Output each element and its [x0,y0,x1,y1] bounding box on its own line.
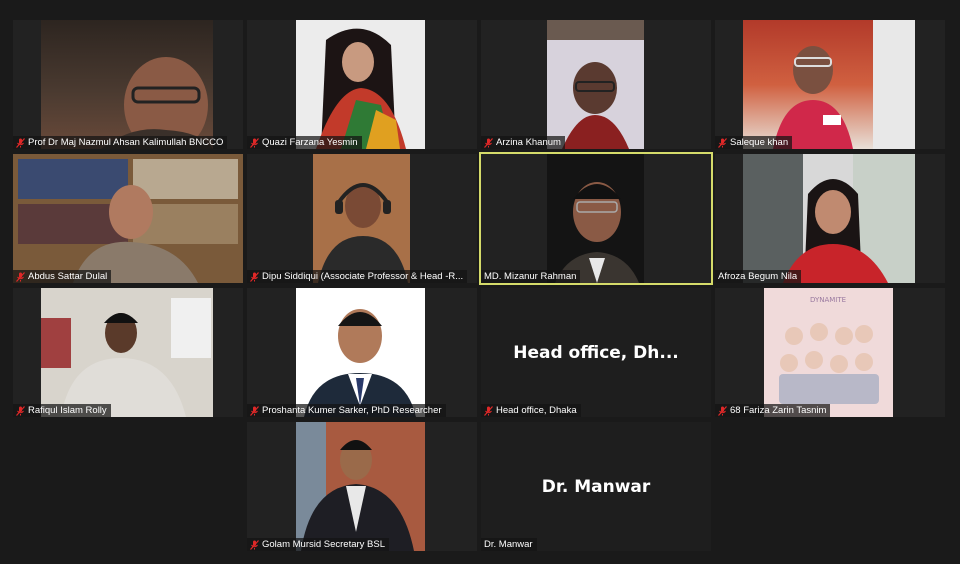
mic-muted-icon [484,137,493,148]
participant-tile[interactable]: Arzina Khanum [481,20,711,149]
participant-tile[interactable]: Head office, Dh... Head office, Dhaka [481,288,711,417]
participant-name: Afroza Begum Nila [718,271,798,282]
participant-tile[interactable]: Dr. Manwar Dr. Manwar [481,422,711,551]
participant-display-name: Dr. Manwar [541,476,651,497]
participant-tile[interactable]: Golam Mursid Secretary BSL [247,422,477,551]
participant-video [296,288,425,417]
person-image [41,298,211,417]
participant-video: DYNAMITE [764,288,893,417]
participant-video [743,154,915,283]
participant-name-bar: Abdus Sattar Dulal [13,270,112,283]
participant-name: Dipu Siddiqui (Associate Professor & Hea… [262,271,464,282]
mic-muted-icon [718,137,727,148]
participant-tile[interactable]: Saleque khan [715,20,945,149]
person-image [296,422,425,551]
participant-name: Head office, Dhaka [496,405,577,416]
participant-video [547,20,644,149]
participant-name-bar: Golam Mursid Secretary BSL [247,538,390,551]
participant-tile[interactable]: Abdus Sattar Dulal [13,154,243,283]
participant-video [296,422,425,551]
participant-name-bar: Saleque khan [715,136,793,149]
profile-illustration: DYNAMITE [764,288,893,417]
participant-name-bar: 68 Fariza Zarin Tasnim [715,404,831,417]
mic-muted-icon [250,405,259,416]
person-image [547,20,644,149]
participant-name-bar: Dipu Siddiqui (Associate Professor & Hea… [247,270,468,283]
mic-muted-icon [718,405,727,416]
participant-name: Abdus Sattar Dulal [28,271,108,282]
participant-name: Arzina Khanum [496,137,561,148]
person-image [316,28,406,149]
person-image [304,309,416,417]
person-image [101,57,213,149]
person-image [313,154,410,283]
participant-name-bar: Arzina Khanum [481,136,565,149]
participant-name: Quazi Farzana Yesmin [262,137,358,148]
participant-name-bar: Quazi Farzana Yesmin [247,136,362,149]
participant-video [313,154,410,283]
participant-video [41,20,213,149]
participant-video [41,288,213,417]
participant-tile[interactable]: Rafiqul Islam Rolly [13,288,243,417]
participant-video [547,154,644,283]
participant-tile[interactable]: Proshanta Kumer Sarker, PhD Researcher [247,288,477,417]
participant-tile[interactable]: Afroza Begum Nila [715,154,945,283]
participant-name-bar: Head office, Dhaka [481,404,581,417]
mic-muted-icon [250,539,259,550]
participant-name: MD. Mizanur Rahman [484,271,577,282]
participant-name: Rafiqul Islam Rolly [28,405,107,416]
participant-name-bar: Rafiqul Islam Rolly [13,404,111,417]
mic-muted-icon [250,271,259,282]
participant-display-name: Head office, Dh... [513,342,679,363]
participant-video [296,20,425,149]
person-image [773,20,915,149]
mic-muted-icon [484,405,493,416]
participant-video [743,20,915,149]
person-image [13,154,243,283]
mic-muted-icon [16,137,25,148]
participant-name: Golam Mursid Secretary BSL [262,539,386,550]
svg-text:DYNAMITE: DYNAMITE [810,296,846,304]
participant-name: Saleque khan [730,137,789,148]
participant-name: Proshanta Kumer Sarker, PhD Researcher [262,405,442,416]
participant-name-bar: Dr. Manwar [481,538,537,551]
participant-name: Prof Dr Maj Nazmul Ahsan Kalimullah BNCC… [28,137,224,148]
participant-tile[interactable]: Quazi Farzana Yesmin [247,20,477,149]
participant-name-bar: Afroza Begum Nila [715,270,802,283]
participant-tile[interactable]: DYNAMITE 68 Fariza Zarin Tasnim [715,288,945,417]
participant-video [13,154,243,283]
participant-name-bar: Prof Dr Maj Nazmul Ahsan Kalimullah BNCC… [13,136,228,149]
participant-tile-active-speaker[interactable]: MD. Mizanur Rahman [479,152,713,285]
participant-name-bar: MD. Mizanur Rahman [481,270,581,283]
person-image [555,182,639,283]
participant-name: Dr. Manwar [484,539,533,550]
mic-muted-icon [16,405,25,416]
participant-name: 68 Fariza Zarin Tasnim [730,405,827,416]
participant-tile[interactable]: Dipu Siddiqui (Associate Professor & Hea… [247,154,477,283]
participant-tile[interactable]: Prof Dr Maj Nazmul Ahsan Kalimullah BNCC… [13,20,243,149]
participant-name-bar: Proshanta Kumer Sarker, PhD Researcher [247,404,446,417]
mic-muted-icon [250,137,259,148]
person-image [743,154,915,283]
mic-muted-icon [16,271,25,282]
